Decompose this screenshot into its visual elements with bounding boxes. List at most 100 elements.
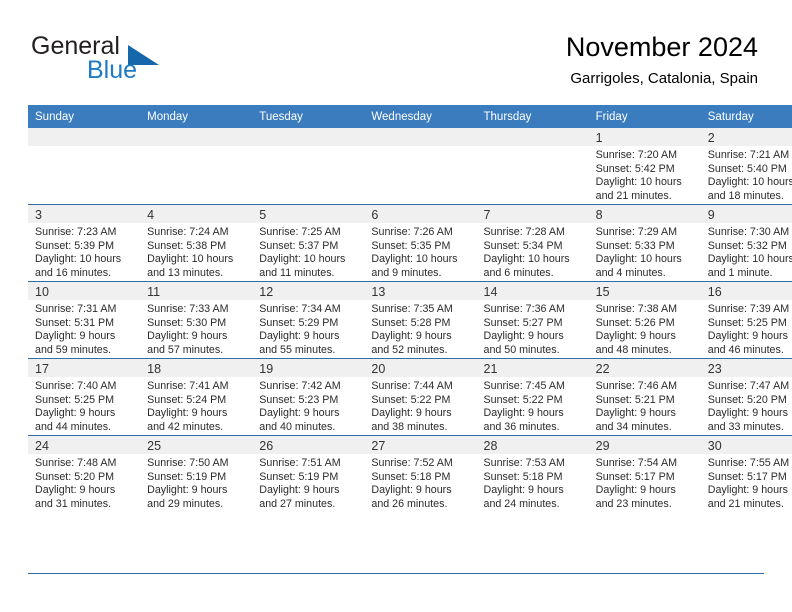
calendar-day-cell[interactable]: 27 Sunrise: 7:52 AM Sunset: 5:18 PM Dayligh… bbox=[364, 435, 477, 512]
sunrise-text: Sunrise: 7:45 AM bbox=[483, 380, 565, 392]
daylight-text-cont: and 24 minutes. bbox=[483, 497, 560, 510]
day-number-bar: 28 bbox=[476, 436, 589, 454]
calendar-day-cell[interactable]: 5 Sunrise: 7:25 AM Sunset: 5:37 PM Daylight… bbox=[252, 204, 365, 282]
daylight-text: Daylight: 9 hours bbox=[595, 407, 676, 420]
sunset-text: Sunset: 5:29 PM bbox=[259, 316, 339, 329]
day-cell-content: 29 Sunrise: 7:54 AM Sunset: 5:17 PM Dayligh… bbox=[588, 436, 701, 512]
title-block: November 2024 Garrigoles, Catalonia, Spa… bbox=[566, 31, 758, 90]
calendar-day-cell[interactable]: 19 Sunrise: 7:42 AM Sunset: 5:23 PM Dayligh… bbox=[252, 358, 365, 436]
daylight-text: Daylight: 10 hours bbox=[707, 253, 792, 266]
sunset-text: Sunset: 5:40 PM bbox=[707, 162, 787, 175]
day-details bbox=[364, 146, 476, 149]
sunset-text: Sunset: 5:32 PM bbox=[707, 239, 787, 252]
day-details: Sunrise: 7:30 AM Sunset: 5:32 PM Daylight:… bbox=[701, 223, 792, 280]
sunrise-text: Sunrise: 7:25 AM bbox=[259, 226, 341, 238]
calendar-day-cell[interactable]: 4 Sunrise: 7:24 AM Sunset: 5:38 PM Daylight… bbox=[140, 204, 253, 282]
sunrise-text: Sunrise: 7:33 AM bbox=[147, 303, 229, 315]
calendar-day-cell[interactable]: 18 Sunrise: 7:41 AM Sunset: 5:24 PM Dayligh… bbox=[140, 358, 253, 436]
sunset-text: Sunset: 5:38 PM bbox=[147, 239, 227, 252]
day-details: Sunrise: 7:55 AM Sunset: 5:17 PM Daylight:… bbox=[701, 454, 792, 511]
day-details: Sunrise: 7:46 AM Sunset: 5:21 PM Daylight:… bbox=[589, 377, 701, 434]
day-number: 17 bbox=[35, 362, 49, 376]
calendar-day-cell[interactable]: 25 Sunrise: 7:50 AM Sunset: 5:19 PM Dayligh… bbox=[140, 435, 253, 512]
day-cell-content: 26 Sunrise: 7:51 AM Sunset: 5:19 PM Dayligh… bbox=[252, 436, 365, 512]
sunset-text: Sunset: 5:17 PM bbox=[595, 470, 675, 483]
daylight-text-cont: and 42 minutes. bbox=[147, 420, 224, 433]
daylight-text: Daylight: 10 hours bbox=[595, 176, 682, 189]
day-number-bar: 2 bbox=[700, 128, 792, 146]
daylight-text-cont: and 52 minutes. bbox=[371, 343, 448, 356]
sunrise-text: Sunrise: 7:41 AM bbox=[147, 380, 229, 392]
day-details: Sunrise: 7:29 AM Sunset: 5:33 PM Daylight:… bbox=[589, 223, 701, 280]
sunrise-text: Sunrise: 7:44 AM bbox=[371, 380, 453, 392]
sunrise-text: Sunrise: 7:30 AM bbox=[707, 226, 790, 238]
calendar-week-row: 10 Sunrise: 7:31 AM Sunset: 5:31 PM Dayligh… bbox=[28, 281, 792, 359]
calendar-day-cell[interactable]: 20 Sunrise: 7:44 AM Sunset: 5:22 PM Dayligh… bbox=[364, 358, 477, 436]
day-number: 30 bbox=[707, 439, 722, 453]
calendar-bottom-rule bbox=[28, 573, 764, 574]
daylight-text-cont: and 9 minutes. bbox=[371, 266, 442, 279]
day-details: Sunrise: 7:39 AM Sunset: 5:25 PM Daylight:… bbox=[701, 300, 792, 357]
calendar-day-cell[interactable]: 6 Sunrise: 7:26 AM Sunset: 5:35 PM Daylight… bbox=[364, 204, 477, 282]
day-cell-content: 10 Sunrise: 7:31 AM Sunset: 5:31 PM Dayligh… bbox=[28, 282, 141, 358]
sunrise-text: Sunrise: 7:40 AM bbox=[35, 380, 117, 392]
calendar-day-cell[interactable]: 15 Sunrise: 7:38 AM Sunset: 5:26 PM Dayligh… bbox=[588, 281, 701, 359]
calendar-day-cell[interactable]: 16 Sunrise: 7:39 AM Sunset: 5:25 PM Dayligh… bbox=[700, 281, 792, 359]
sunrise-text: Sunrise: 7:20 AM bbox=[595, 149, 678, 161]
day-number-bar: 19 bbox=[252, 359, 365, 377]
sunrise-text: Sunrise: 7:35 AM bbox=[371, 303, 453, 315]
calendar-day-cell[interactable]: 24 Sunrise: 7:48 AM Sunset: 5:20 PM Dayligh… bbox=[28, 435, 141, 512]
calendar-day-cell[interactable]: 22 Sunrise: 7:46 AM Sunset: 5:21 PM Dayligh… bbox=[588, 358, 701, 436]
calendar-day-cell[interactable]: 17 Sunrise: 7:40 AM Sunset: 5:25 PM Dayligh… bbox=[28, 358, 141, 436]
day-details: Sunrise: 7:24 AM Sunset: 5:38 PM Daylight:… bbox=[140, 223, 252, 280]
calendar-day-cell[interactable]: 2 Sunrise: 7:21 AM Sunset: 5:40 PM Daylight… bbox=[700, 128, 792, 205]
calendar-day-cell[interactable]: 11 Sunrise: 7:33 AM Sunset: 5:30 PM Dayligh… bbox=[140, 281, 253, 359]
calendar-day-cell[interactable]: 1 Sunrise: 7:20 AM Sunset: 5:42 PM Daylight… bbox=[588, 128, 701, 205]
sunrise-text: Sunrise: 7:38 AM bbox=[595, 303, 678, 315]
day-number: 4 bbox=[147, 208, 155, 222]
calendar-day-cell[interactable]: 7 Sunrise: 7:28 AM Sunset: 5:34 PM Daylight… bbox=[476, 204, 589, 282]
calendar-header-row: Sunday Monday Tuesday Wednesday Thursday Frid… bbox=[28, 105, 792, 128]
calendar-day-cell[interactable]: 28 Sunrise: 7:53 AM Sunset: 5:18 PM Dayligh… bbox=[476, 435, 589, 512]
calendar-day-cell[interactable]: 30 Sunrise: 7:55 AM Sunset: 5:17 PM Dayligh… bbox=[700, 435, 792, 512]
day-number: 10 bbox=[35, 285, 49, 299]
calendar-day-cell[interactable]: 13 Sunrise: 7:35 AM Sunset: 5:28 PM Dayligh… bbox=[364, 281, 477, 359]
weekday-header-sunday: Sunday bbox=[28, 105, 141, 128]
day-number: 8 bbox=[595, 208, 603, 222]
day-number-bar bbox=[140, 128, 253, 146]
calendar-day-cell[interactable]: 21 Sunrise: 7:45 AM Sunset: 5:22 PM Dayligh… bbox=[476, 358, 589, 436]
sunset-text: Sunset: 5:39 PM bbox=[35, 239, 115, 252]
sunrise-text: Sunrise: 7:26 AM bbox=[371, 226, 453, 238]
calendar-day-cell[interactable]: 12 Sunrise: 7:34 AM Sunset: 5:29 PM Dayligh… bbox=[252, 281, 365, 359]
day-cell-content: 27 Sunrise: 7:52 AM Sunset: 5:18 PM Dayligh… bbox=[364, 436, 477, 512]
sunset-text: Sunset: 5:20 PM bbox=[35, 470, 115, 483]
calendar-empty-cell bbox=[476, 128, 589, 205]
daylight-text-cont: and 4 minutes. bbox=[595, 266, 666, 279]
sunrise-text: Sunrise: 7:28 AM bbox=[483, 226, 565, 238]
daylight-text-cont: and 23 minutes. bbox=[595, 497, 672, 510]
daylight-text-cont: and 36 minutes. bbox=[483, 420, 560, 433]
general-blue-logo[interactable]: General Blue bbox=[31, 32, 231, 88]
weekday-header-tuesday: Tuesday bbox=[252, 105, 365, 128]
day-number: 26 bbox=[259, 439, 274, 453]
weekday-header-saturday: Saturday bbox=[700, 105, 792, 128]
day-details: Sunrise: 7:54 AM Sunset: 5:17 PM Daylight:… bbox=[589, 454, 701, 511]
day-number-bar: 23 bbox=[700, 359, 792, 377]
calendar-day-cell[interactable]: 23 Sunrise: 7:47 AM Sunset: 5:20 PM Dayligh… bbox=[700, 358, 792, 436]
sunrise-text: Sunrise: 7:47 AM bbox=[707, 380, 790, 392]
calendar-day-cell[interactable]: 8 Sunrise: 7:29 AM Sunset: 5:33 PM Daylight… bbox=[588, 204, 701, 282]
calendar-day-cell[interactable]: 3 Sunrise: 7:23 AM Sunset: 5:39 PM Daylight… bbox=[28, 204, 141, 282]
calendar-day-cell[interactable]: 10 Sunrise: 7:31 AM Sunset: 5:31 PM Dayligh… bbox=[28, 281, 141, 359]
calendar-day-cell[interactable]: 26 Sunrise: 7:51 AM Sunset: 5:19 PM Dayligh… bbox=[252, 435, 365, 512]
weekday-header-monday: Monday bbox=[140, 105, 253, 128]
calendar-day-cell[interactable]: 14 Sunrise: 7:36 AM Sunset: 5:27 PM Dayligh… bbox=[476, 281, 589, 359]
daylight-text: Daylight: 9 hours bbox=[483, 330, 564, 343]
day-number-bar: 12 bbox=[252, 282, 365, 300]
daylight-text: Daylight: 9 hours bbox=[483, 407, 564, 420]
calendar-day-cell[interactable]: 9 Sunrise: 7:30 AM Sunset: 5:32 PM Daylight… bbox=[700, 204, 792, 282]
day-details: Sunrise: 7:45 AM Sunset: 5:22 PM Daylight:… bbox=[477, 377, 589, 434]
calendar-day-cell[interactable]: 29 Sunrise: 7:54 AM Sunset: 5:17 PM Dayligh… bbox=[588, 435, 701, 512]
day-cell-content: 25 Sunrise: 7:50 AM Sunset: 5:19 PM Dayligh… bbox=[140, 436, 253, 512]
day-number: 9 bbox=[707, 208, 715, 222]
sunrise-text: Sunrise: 7:31 AM bbox=[35, 303, 117, 315]
